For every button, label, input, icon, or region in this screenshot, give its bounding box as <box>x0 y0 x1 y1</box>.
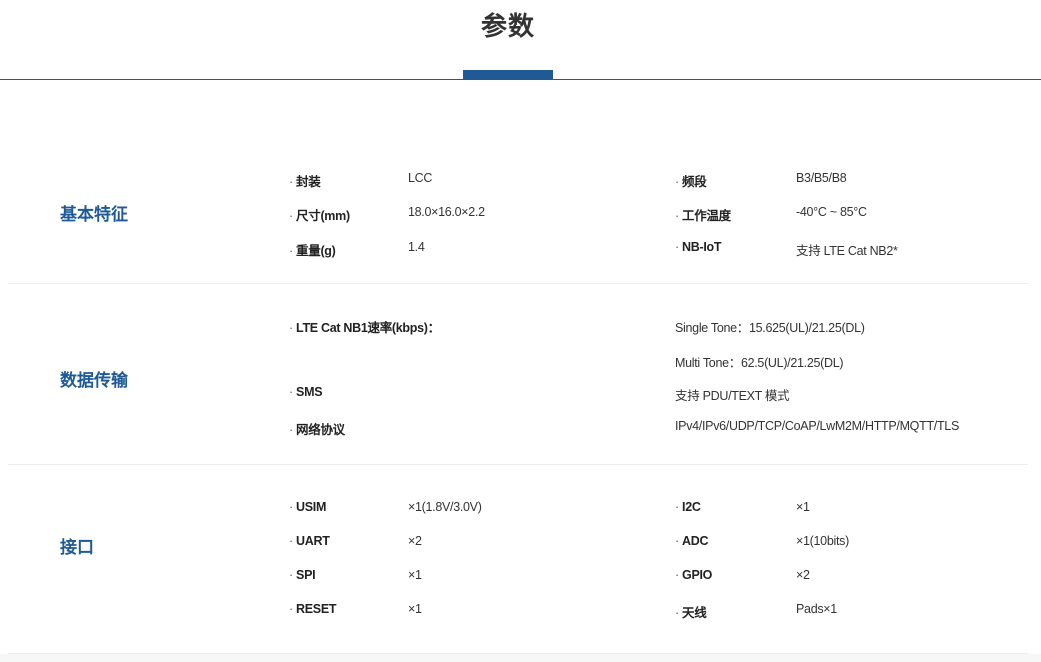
spec-key-antenna: 天线 <box>675 602 707 621</box>
spec-key-protocol: 网络协议 <box>289 419 345 438</box>
section-data: 数据传输 LTE Cat NB1速率(kbps)： Single Tone：15… <box>8 284 1028 465</box>
spec-value-adc: ×1(10bits) <box>796 534 849 548</box>
spec-value-reset: ×1 <box>408 602 422 616</box>
spec-key-temperature: 工作温度 <box>675 205 731 224</box>
spec-key-rate: LTE Cat NB1速率(kbps)： <box>289 317 440 336</box>
section-label-interface: 接口 <box>60 538 94 558</box>
spec-key-package: 封装 <box>289 171 321 190</box>
spec-value-weight: 1.4 <box>408 240 425 254</box>
section-label-data: 数据传输 <box>60 371 128 391</box>
spec-value-band: B3/B5/B8 <box>796 171 847 185</box>
spec-value-package: LCC <box>408 171 433 185</box>
spec-value-uart: ×2 <box>408 534 422 548</box>
spec-value-protocol: IPv4/IPv6/UDP/TCP/CoAP/LwM2M/HTTP/MQTT/T… <box>675 419 959 433</box>
spec-value-temperature: -40°C ~ 85°C <box>796 205 867 219</box>
spec-key-reset: RESET <box>289 602 336 616</box>
spec-value-i2c: ×1 <box>796 500 810 514</box>
spec-key-sms: SMS <box>289 385 322 399</box>
section-basic: 基本特征 封装 LCC 频段 B3/B5/B8 尺寸(mm) 18.0×16.0… <box>8 150 1028 284</box>
bottom-band <box>0 654 1041 662</box>
spec-key-size: 尺寸(mm) <box>289 205 350 224</box>
section-interface: 接口 USIM ×1(1.8V/3.0V) I2C ×1 UART ×2 ADC… <box>8 465 1028 654</box>
spec-key-usim: USIM <box>289 500 326 514</box>
spec-value-sms: 支持 PDU/TEXT 模式 <box>675 389 790 403</box>
title-accent-bar <box>463 70 553 80</box>
section-label-basic: 基本特征 <box>60 205 128 225</box>
spec-key-i2c: I2C <box>675 500 701 514</box>
spec-value-usim: ×1(1.8V/3.0V) <box>408 500 482 514</box>
spec-key-spi: SPI <box>289 568 316 582</box>
spec-value-spi: ×1 <box>408 568 422 582</box>
spec-value-antenna: Pads×1 <box>796 602 837 616</box>
spec-key-adc: ADC <box>675 534 708 548</box>
spec-key-gpio: GPIO <box>675 568 712 582</box>
page-title: 参数 <box>480 12 535 42</box>
spec-key-weight: 重量(g) <box>289 240 336 259</box>
spec-key-band: 频段 <box>675 171 707 190</box>
spec-value-gpio: ×2 <box>796 568 810 582</box>
spec-value-rate-multi-tone: Multi Tone：62.5(UL)/21.25(DL) <box>675 356 844 370</box>
spec-value-rate-single-tone: Single Tone：15.625(UL)/21.25(DL) <box>675 321 865 335</box>
spec-value-nbiot: 支持 LTE Cat NB2* <box>796 244 898 258</box>
spec-key-uart: UART <box>289 534 330 548</box>
spec-key-nbiot: NB-IoT <box>675 240 721 254</box>
spec-value-size: 18.0×16.0×2.2 <box>408 205 485 219</box>
